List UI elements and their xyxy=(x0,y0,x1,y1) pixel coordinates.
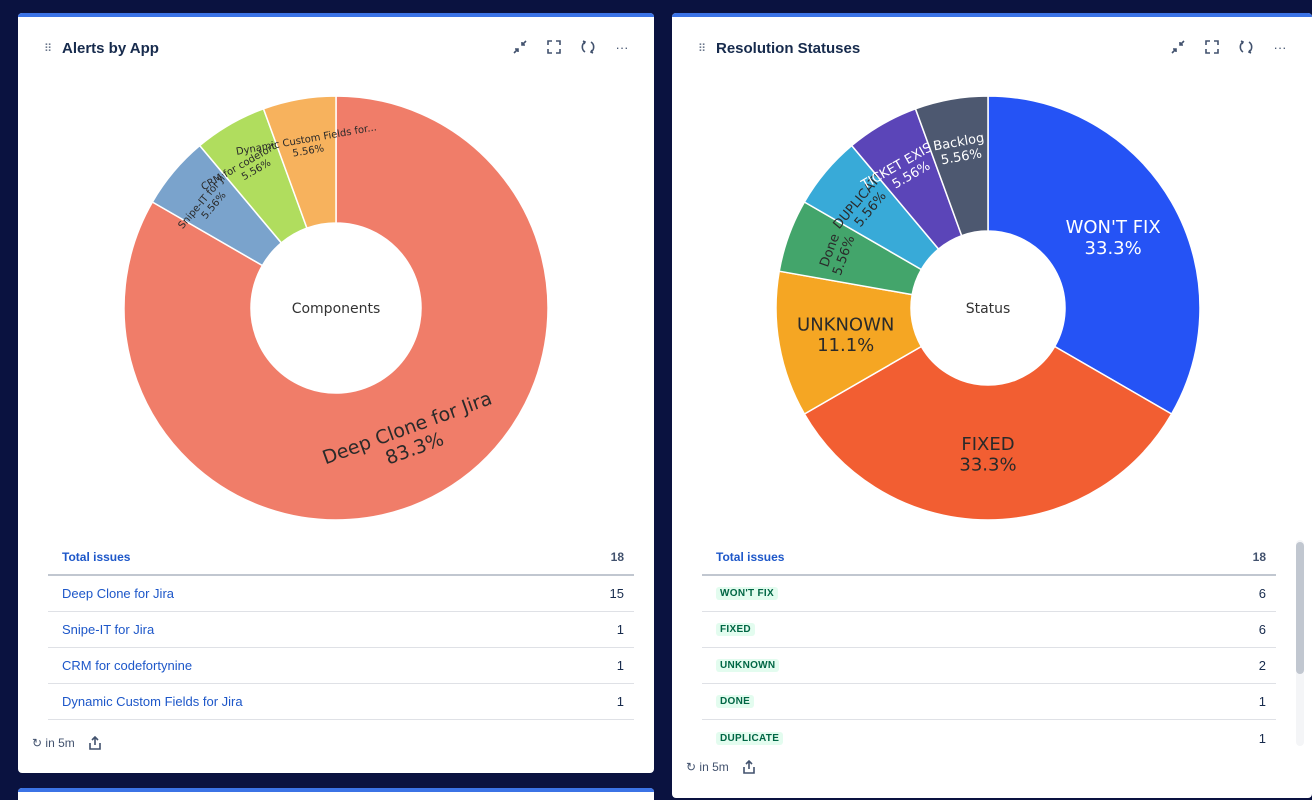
table-row: FIXED 6 xyxy=(702,612,1276,648)
slice-label-pct: 33.3% xyxy=(1085,238,1142,259)
scrollbar-thumb[interactable] xyxy=(1296,542,1304,674)
status-lozenge[interactable]: WON'T FIX xyxy=(716,587,778,600)
table-row: WON'T FIX 6 xyxy=(702,576,1276,612)
row-count: 1 xyxy=(616,622,624,637)
refresh-icon: ↻ xyxy=(686,760,697,774)
refresh-label: in 5m xyxy=(45,736,75,750)
table-header-count: 18 xyxy=(610,550,624,564)
row-label[interactable]: CRM for codefortynine xyxy=(62,658,192,673)
resolution-statuses-panel: ⠿ Resolution Statuses ··· WON'T FIX 33.3%… xyxy=(672,13,1312,798)
row-label[interactable]: Deep Clone for Jira xyxy=(62,586,174,601)
share-icon[interactable] xyxy=(741,759,757,775)
row-label[interactable]: Dynamic Custom Fields for Jira xyxy=(62,694,243,709)
table-row: UNKNOWN 2 xyxy=(702,648,1276,684)
refresh-icon: ↻ xyxy=(32,736,43,750)
table-header-row: Total issues 18 xyxy=(48,540,634,576)
table-scrollbar[interactable] xyxy=(1296,540,1304,746)
issues-table: Total issues 18 Deep Clone for Jira 15 Sn… xyxy=(48,540,634,720)
slice-label-pct: 11.1% xyxy=(817,335,874,356)
next-panel xyxy=(18,788,654,800)
row-label[interactable]: Snipe-IT for Jira xyxy=(62,622,154,637)
status-lozenge[interactable]: DUPLICATE xyxy=(716,731,784,745)
issues-table: Total issues 18 WON'T FIX 6 FIXED 6 UNKNOW… xyxy=(702,540,1276,756)
table-header-count: 18 xyxy=(1252,550,1266,564)
row-count: 1 xyxy=(616,658,624,673)
panel-footer: ↻ in 5m xyxy=(32,735,103,751)
table-row: Deep Clone for Jira 15 xyxy=(48,576,634,612)
refresh-status: ↻ in 5m xyxy=(686,760,729,774)
table-row: DUPLICATE 1 xyxy=(702,720,1276,756)
table-row: Snipe-IT for Jira 1 xyxy=(48,612,634,648)
refresh-status: ↻ in 5m xyxy=(32,736,75,750)
refresh-label: in 5m xyxy=(699,760,729,774)
slice-label-name: FIXED xyxy=(961,434,1014,455)
status-lozenge[interactable]: DONE xyxy=(716,695,755,708)
slice-label-pct: 33.3% xyxy=(959,455,1016,476)
row-count: 15 xyxy=(609,586,624,601)
share-icon[interactable] xyxy=(87,735,103,751)
row-count: 1 xyxy=(1258,694,1266,709)
status-lozenge[interactable]: FIXED xyxy=(716,623,755,636)
alerts-pie-chart: Deep Clone for Jira83.3%Snipe-IT for Jir… xyxy=(123,95,549,521)
status-lozenge[interactable]: UNKNOWN xyxy=(716,659,780,672)
status-pie-chart: WON'T FIX33.3%FIXED33.3%UNKNOWN11.1%Done… xyxy=(775,95,1201,521)
slice-label: FIXED33.3% xyxy=(959,434,1016,476)
row-count: 1 xyxy=(1258,730,1266,746)
center-label: Status xyxy=(966,301,1011,317)
table-row: CRM for codefortynine 1 xyxy=(48,648,634,684)
table-row: Dynamic Custom Fields for Jira 1 xyxy=(48,684,634,720)
slice-label-name: UNKNOWN xyxy=(797,314,894,335)
row-count: 1 xyxy=(616,694,624,709)
panel-footer: ↻ in 5m xyxy=(686,759,757,775)
slice-label-name: WON'T FIX xyxy=(1066,217,1161,238)
panel-accent-bar xyxy=(18,788,654,792)
table-header-row: Total issues 18 xyxy=(702,540,1276,576)
row-count: 6 xyxy=(1258,586,1266,601)
table-row: DONE 1 xyxy=(702,684,1276,720)
row-count: 2 xyxy=(1258,658,1266,673)
table-header-label: Total issues xyxy=(716,550,785,564)
row-count: 6 xyxy=(1258,622,1266,637)
alerts-by-app-panel: ⠿ Alerts by App ··· Deep Clone for Jira 8… xyxy=(18,13,654,773)
table-header-label: Total issues xyxy=(62,550,131,564)
center-label: Components xyxy=(292,301,381,317)
